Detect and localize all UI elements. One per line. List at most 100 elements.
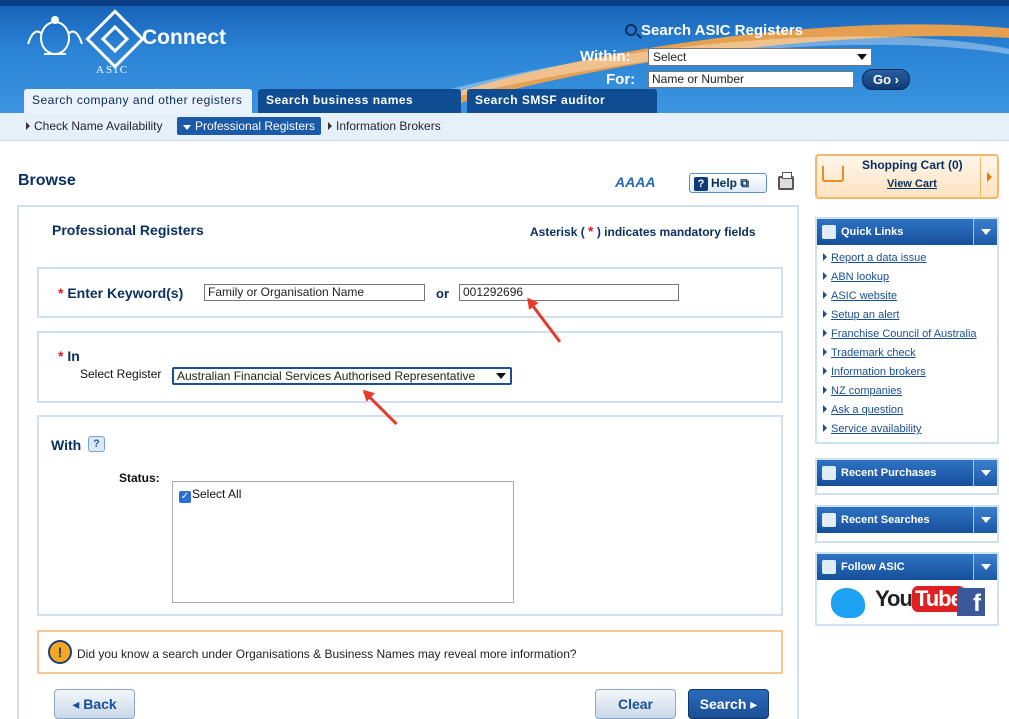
recent-searches-widget: Recent Searches xyxy=(815,505,999,543)
for-label: For: xyxy=(606,71,636,88)
mandatory-prefix: Asterisk ( xyxy=(530,225,585,239)
caret-right-icon xyxy=(823,386,827,394)
caret-right-icon xyxy=(823,367,827,375)
tip-text: Did you know a search under Organisation… xyxy=(77,647,577,661)
select-all-checkbox[interactable]: ✓ Select All xyxy=(179,487,241,503)
subnav-label: Professional Registers xyxy=(195,119,316,133)
required-star: * xyxy=(588,223,594,239)
quick-link-item[interactable]: Information brokers xyxy=(823,363,997,382)
recent-purchases-title: Recent Purchases xyxy=(841,467,937,479)
caret-right-icon xyxy=(823,348,827,356)
recent-purchases-widget: Recent Purchases xyxy=(815,458,999,495)
help-label: Help xyxy=(711,176,738,190)
mandatory-note: Asterisk ( * ) indicates mandatory field… xyxy=(530,223,756,239)
required-star: * xyxy=(58,285,64,301)
back-label: Back xyxy=(83,696,117,712)
help-button[interactable]: ? Help ⧉ xyxy=(689,173,767,193)
subnav-label: Information Brokers xyxy=(336,119,441,133)
in-label: * In xyxy=(58,348,80,364)
or-label: or xyxy=(436,286,449,301)
quick-link-label: Ask a question xyxy=(831,404,904,416)
asic-logo-text: ASIC xyxy=(96,64,130,76)
section-title: Professional Registers xyxy=(52,222,204,238)
select-all-label: Select All xyxy=(192,487,242,501)
twitter-icon[interactable] xyxy=(831,588,865,618)
search-label: Search xyxy=(699,696,747,712)
within-select[interactable]: Select xyxy=(648,48,872,66)
search-button[interactable]: Search ▸ xyxy=(688,689,769,719)
quick-links-list: Report a data issue ABN lookup ASIC webs… xyxy=(817,245,997,439)
quick-link-label: Setup an alert xyxy=(831,309,900,321)
caret-right-icon xyxy=(26,122,30,130)
caret-right-icon xyxy=(823,272,827,280)
recent-purchases-header[interactable]: Recent Purchases xyxy=(817,460,997,486)
chevron-down-icon[interactable] xyxy=(973,554,997,580)
caret-right-icon xyxy=(823,253,827,261)
tab-search-smsf-auditor[interactable]: Search SMSF auditor register xyxy=(467,89,657,113)
site-header: ASIC Connect Search ASIC Registers Withi… xyxy=(0,0,1009,113)
quick-links-widget: Quick Links Report a data issue ABN look… xyxy=(815,217,999,444)
back-button[interactable]: ◂ Back xyxy=(54,689,135,719)
search-registers-title: Search ASIC Registers xyxy=(625,22,803,39)
facebook-icon[interactable]: f xyxy=(957,588,985,617)
subnav-check-name[interactable]: Check Name Availability xyxy=(26,119,163,133)
with-label: With xyxy=(51,437,82,453)
quick-link-item[interactable]: Trademark check xyxy=(823,344,997,363)
within-select-value: Select xyxy=(653,50,687,64)
quick-link-item[interactable]: ABN lookup xyxy=(823,268,997,287)
register-select[interactable]: Australian Financial Services Authorised… xyxy=(172,367,512,385)
caret-right-icon xyxy=(823,329,827,337)
caret-right-icon xyxy=(328,122,332,130)
chevron-down-icon[interactable] xyxy=(973,460,997,486)
view-cart-link[interactable]: View Cart xyxy=(887,178,937,190)
chevron-down-icon[interactable] xyxy=(973,507,997,533)
keyword-number-input[interactable]: 001292696 xyxy=(459,284,679,301)
go-button-label: Go xyxy=(872,72,892,87)
links-icon xyxy=(822,225,836,239)
for-input[interactable]: Name or Number xyxy=(648,71,854,88)
help-question-icon[interactable]: ? xyxy=(88,436,105,452)
follow-asic-header[interactable]: Follow ASIC xyxy=(817,554,997,580)
search-registers-title-text: Search ASIC Registers xyxy=(641,22,804,39)
subnav-information-brokers[interactable]: Information Brokers xyxy=(328,119,441,133)
text-size-icon[interactable]: AAAA xyxy=(615,174,655,190)
youtube-icon[interactable]: You Tube xyxy=(875,586,965,612)
chevron-down-icon xyxy=(496,373,506,379)
cart-arrow-icon[interactable] xyxy=(980,157,998,197)
select-register-label: Select Register xyxy=(80,367,162,381)
tab-search-company[interactable]: Search company and other registers xyxy=(24,89,252,113)
clear-button[interactable]: Clear xyxy=(595,689,676,719)
register-select-value: Australian Financial Services Authorised… xyxy=(177,369,476,383)
quick-links-header[interactable]: Quick Links xyxy=(817,219,997,245)
quick-link-item[interactable]: ASIC website xyxy=(823,287,997,306)
quick-link-item[interactable]: Service availability xyxy=(823,420,997,439)
cart-icon xyxy=(822,166,844,182)
app-name: Connect xyxy=(142,26,226,49)
header-top-bar xyxy=(0,0,1009,6)
quick-link-label: ABN lookup xyxy=(831,271,890,283)
go-button[interactable]: Go › xyxy=(862,69,910,90)
search-icon xyxy=(625,24,637,36)
cart-title: Shopping Cart (0) xyxy=(862,158,963,172)
quick-link-item[interactable]: Ask a question xyxy=(823,401,997,420)
quick-link-item[interactable]: Report a data issue xyxy=(823,249,997,268)
recent-searches-header[interactable]: Recent Searches xyxy=(817,507,997,533)
page-title: Browse xyxy=(18,172,76,189)
coat-of-arms-icon xyxy=(27,16,83,55)
quick-link-item[interactable]: Setup an alert xyxy=(823,306,997,325)
tab-search-business-names[interactable]: Search business names register xyxy=(258,89,461,113)
print-icon[interactable] xyxy=(778,172,794,190)
quick-link-label: ASIC website xyxy=(831,290,898,302)
quick-link-item[interactable]: Franchise Council of Australia xyxy=(823,325,997,344)
sub-navigation: Check Name Availability Professional Reg… xyxy=(0,113,1009,141)
keyword-name-input[interactable]: Family or Organisation Name xyxy=(204,284,425,301)
purchases-icon xyxy=(822,466,836,480)
keyword-label-text: Enter Keyword(s) xyxy=(67,285,184,301)
question-icon: ? xyxy=(694,177,708,191)
within-label: Within: xyxy=(580,48,631,65)
chevron-down-icon[interactable] xyxy=(973,219,997,245)
quick-link-item[interactable]: NZ companies xyxy=(823,382,997,401)
social-links: You Tube f xyxy=(817,580,997,626)
follow-asic-title: Follow ASIC xyxy=(841,561,905,573)
subnav-professional-registers[interactable]: Professional Registers xyxy=(177,117,322,135)
